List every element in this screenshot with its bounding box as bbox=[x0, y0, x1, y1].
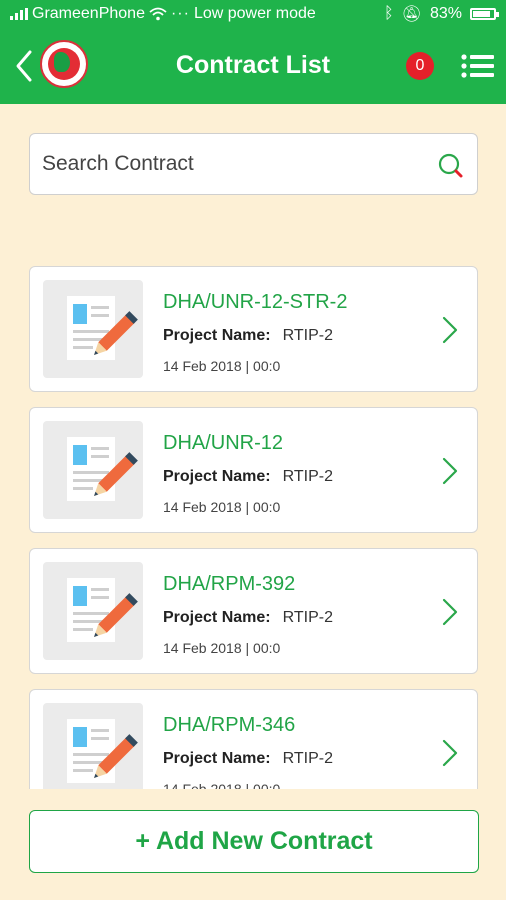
chevron-right-icon bbox=[442, 457, 458, 485]
contract-card[interactable]: DHA/UNR-12 Project Name: RTIP-2 14 Feb 20… bbox=[29, 407, 478, 533]
contract-card[interactable]: DHA/RPM-346 Project Name: RTIP-2 14 Feb 2… bbox=[29, 689, 478, 789]
document-edit-icon bbox=[43, 421, 143, 519]
contract-code: DHA/RPM-392 bbox=[163, 573, 296, 595]
notification-badge[interactable]: 0 bbox=[406, 52, 434, 80]
hamburger-menu-icon bbox=[461, 54, 494, 78]
project-label: Project Name: bbox=[163, 609, 271, 626]
power-mode-label: Low power mode bbox=[193, 5, 316, 22]
contract-date: 14 Feb 2018 | 00:0 bbox=[163, 499, 281, 515]
project-info: Project Name: RTIP-2 bbox=[163, 609, 333, 627]
project-name: RTIP-2 bbox=[282, 609, 333, 626]
bluetooth-icon: ᛒ bbox=[384, 5, 394, 22]
add-new-contract-button[interactable]: + Add New Contract bbox=[29, 810, 479, 873]
chevron-right-icon bbox=[442, 316, 458, 344]
contract-code: DHA/UNR-12 bbox=[163, 432, 284, 454]
search-box bbox=[29, 133, 478, 195]
project-label: Project Name: bbox=[163, 468, 271, 485]
document-edit-icon bbox=[43, 703, 143, 789]
contract-code: DHA/RPM-346 bbox=[163, 714, 296, 736]
mute-icon: 🔕︎ bbox=[401, 6, 422, 23]
project-info: Project Name: RTIP-2 bbox=[163, 750, 333, 768]
app-bar: Contract List 0 bbox=[0, 28, 506, 104]
dots-icon: ··· bbox=[170, 5, 190, 22]
contract-card[interactable]: DHA/RPM-392 Project Name: RTIP-2 14 Feb 2… bbox=[29, 548, 478, 674]
contract-date: 14 Feb 2018 | 00:0 bbox=[163, 358, 281, 374]
document-edit-icon bbox=[43, 562, 143, 660]
project-info: Project Name: RTIP-2 bbox=[163, 327, 333, 345]
project-name: RTIP-2 bbox=[282, 468, 333, 485]
search-input[interactable] bbox=[42, 144, 422, 184]
chevron-right-icon bbox=[442, 739, 458, 767]
menu-button[interactable] bbox=[461, 52, 495, 80]
chevron-right-icon bbox=[442, 598, 458, 626]
project-info: Project Name: RTIP-2 bbox=[163, 468, 333, 486]
search-icon[interactable] bbox=[437, 152, 465, 180]
project-label: Project Name: bbox=[163, 327, 271, 344]
carrier-name: GrameenPhone bbox=[32, 5, 145, 22]
contract-code: DHA/UNR-12-STR-2 bbox=[163, 291, 348, 313]
contract-card[interactable]: DHA/UNR-12-STR-2 Project Name: RTIP-2 14 … bbox=[29, 266, 478, 392]
battery-percent: 83% bbox=[429, 5, 462, 22]
project-label: Project Name: bbox=[163, 750, 271, 767]
project-name: RTIP-2 bbox=[282, 750, 333, 767]
project-name: RTIP-2 bbox=[282, 327, 333, 344]
signal-icon bbox=[10, 8, 28, 20]
contract-date: 14 Feb 2018 | 00:0 bbox=[163, 640, 281, 656]
wifi-icon bbox=[149, 7, 167, 21]
document-edit-icon bbox=[43, 280, 143, 378]
status-bar: GrameenPhone ··· Low power mode ᛒ 🔕︎ 83% bbox=[0, 0, 506, 28]
contract-date: 14 Feb 2018 | 00:0 bbox=[163, 781, 281, 789]
contract-list: DHA/UNR-12-STR-2 Project Name: RTIP-2 14 … bbox=[29, 266, 478, 789]
battery-icon bbox=[470, 8, 499, 20]
